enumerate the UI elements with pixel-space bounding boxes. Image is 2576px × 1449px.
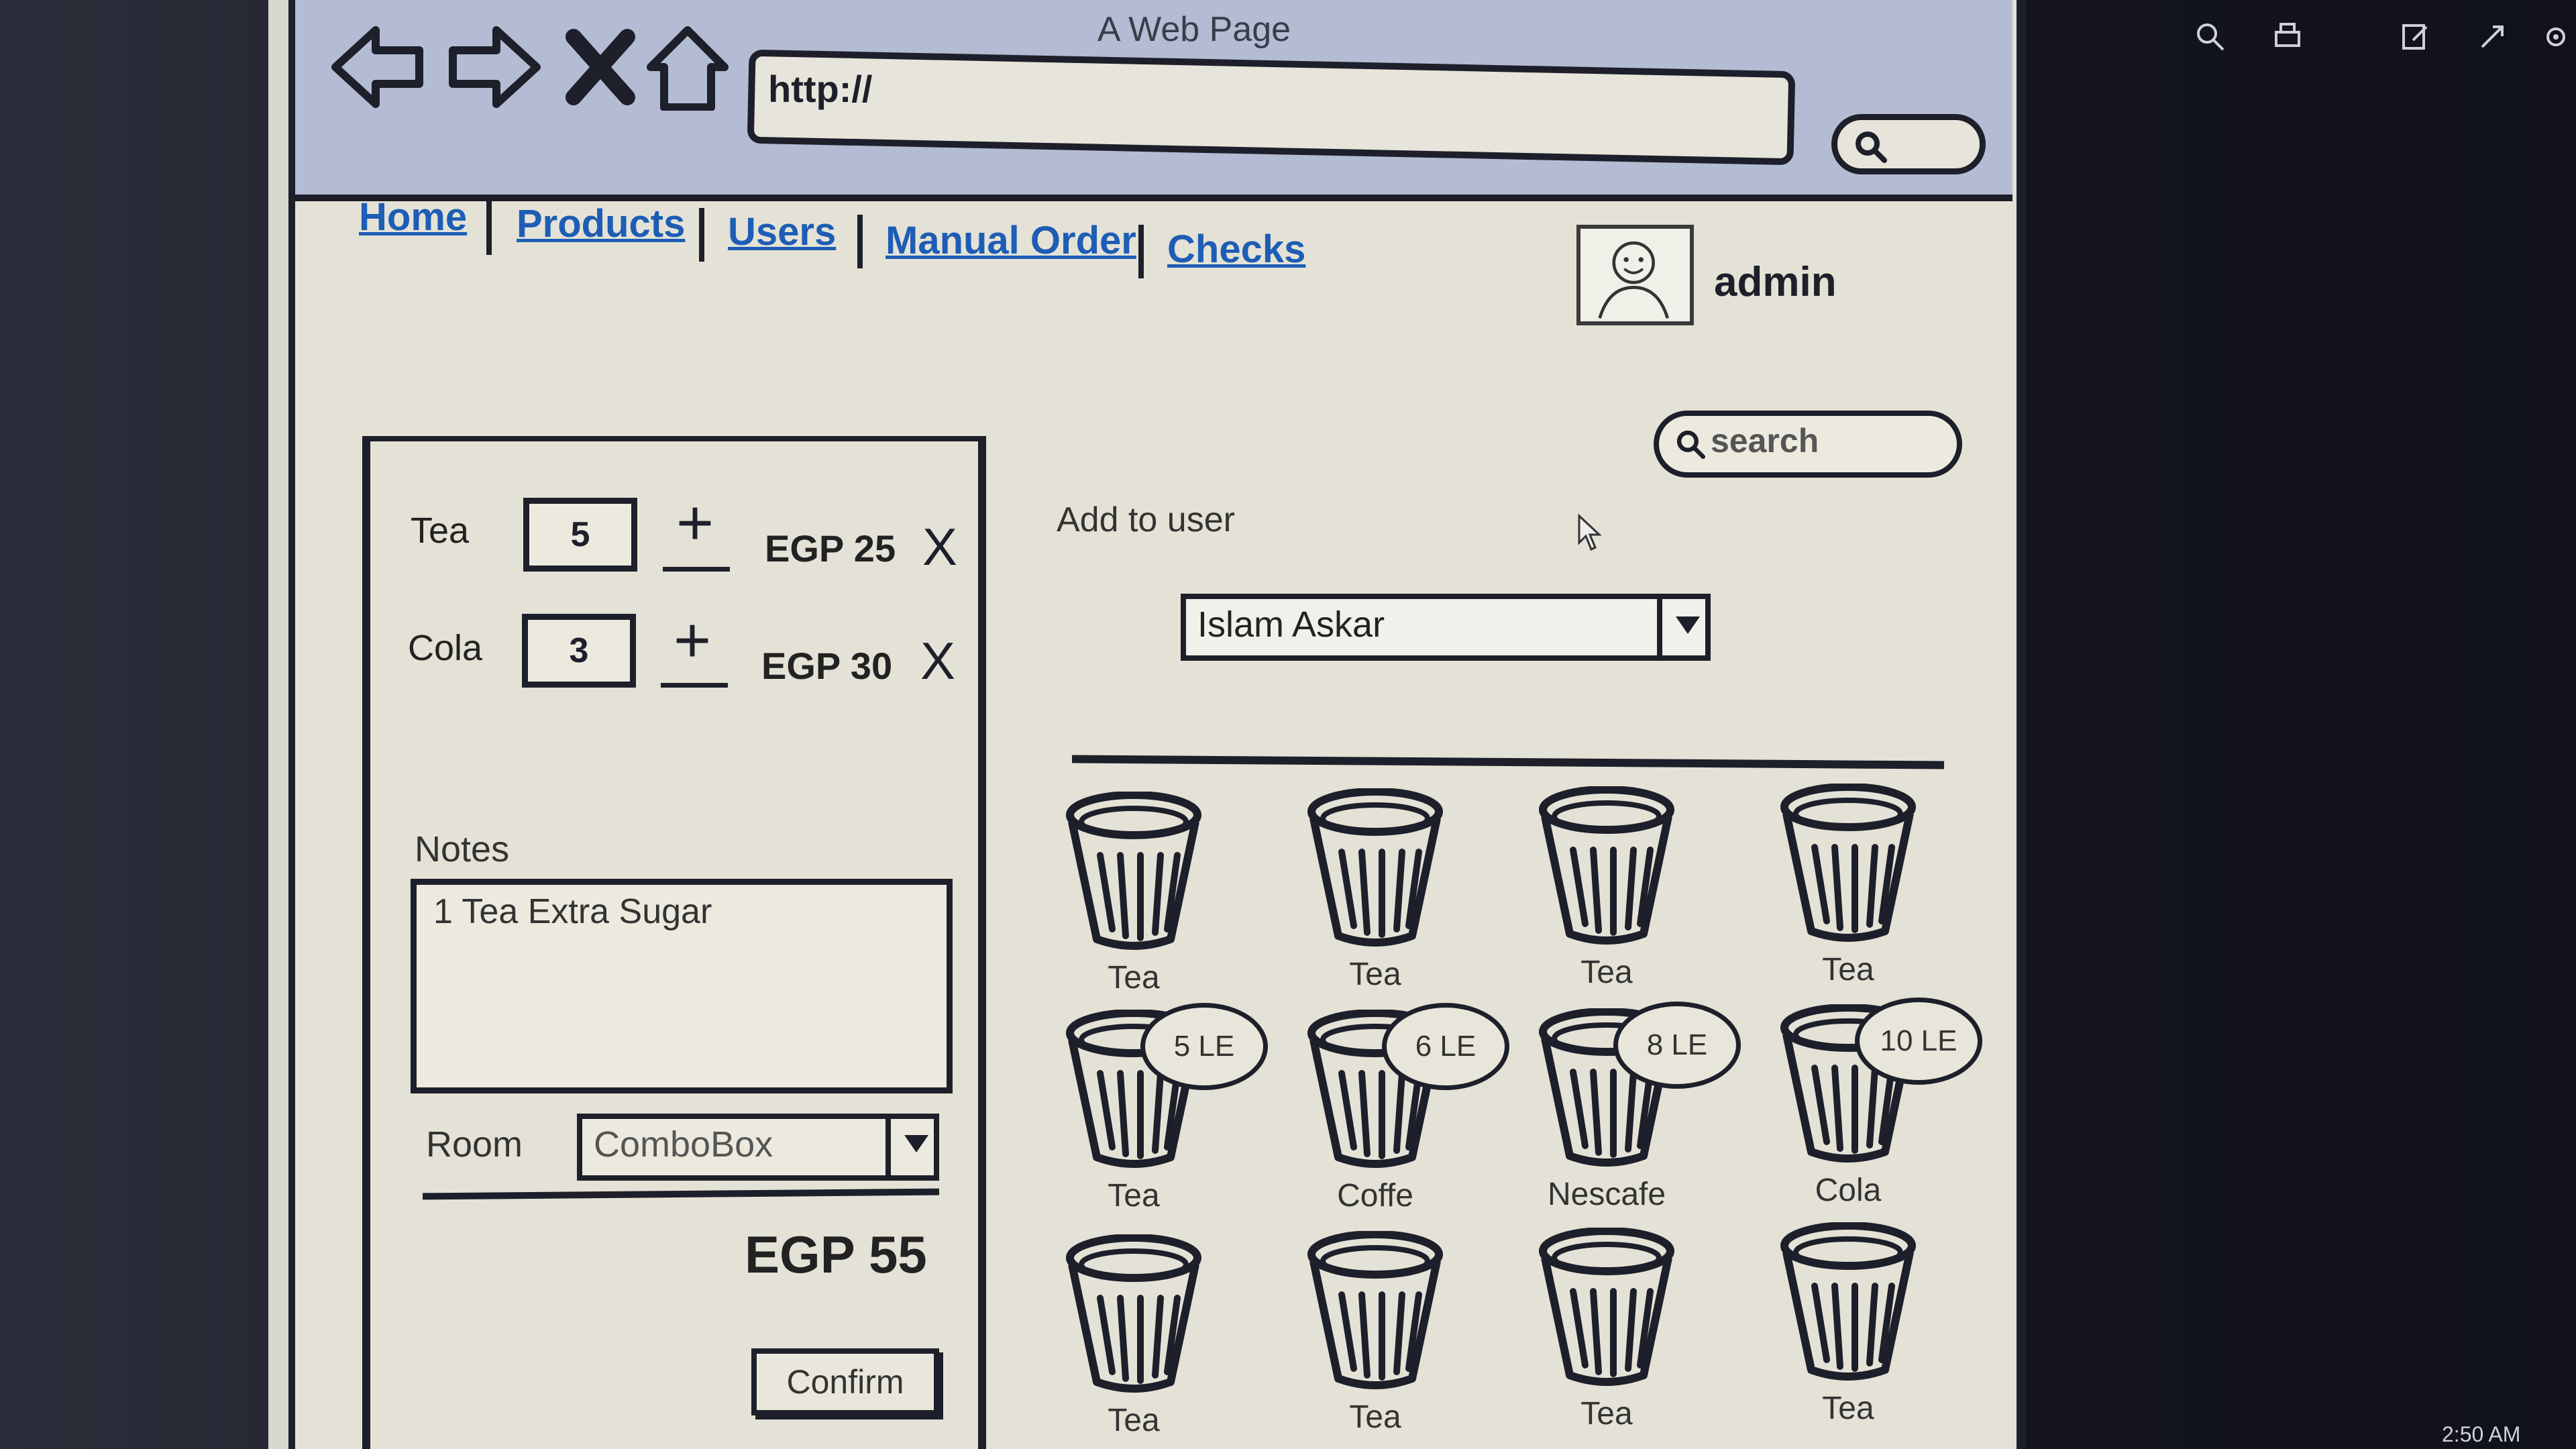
search-icon (1676, 430, 1706, 460)
price-badge: 10 LE (1855, 998, 1982, 1085)
nav-manual-order[interactable]: Manual Order (885, 218, 1136, 263)
cup-icon (1539, 1228, 1674, 1386)
zoom-icon[interactable] (2194, 20, 2227, 54)
product-item[interactable]: Tea (1526, 786, 1687, 991)
room-label: Room (426, 1124, 523, 1165)
nav-products[interactable]: Products (517, 201, 685, 246)
mouse-cursor-icon (1578, 513, 1602, 551)
search-placeholder[interactable]: search (1711, 421, 1819, 460)
product-item[interactable]: Tea (1768, 784, 1929, 988)
product-name: Tea (1580, 1396, 1633, 1432)
cup-icon (1066, 1234, 1201, 1393)
product-item[interactable]: Tea (1295, 1231, 1456, 1436)
product-name: Tea (1349, 1399, 1401, 1435)
nav-separator (1138, 225, 1144, 278)
order-item-price: EGP 25 (765, 527, 896, 570)
order-item-name: Cola (408, 628, 483, 668)
cup-icon (1539, 786, 1674, 945)
chevron-down-icon[interactable] (885, 1114, 939, 1181)
cup-icon (1307, 1231, 1443, 1389)
remove-item-button[interactable]: X (920, 631, 955, 692)
nav-separator (699, 208, 704, 262)
browser-search-button[interactable] (1831, 114, 1986, 174)
cup-icon (1066, 792, 1201, 950)
edit-icon[interactable] (2398, 20, 2432, 54)
nav-separator (486, 201, 492, 255)
nav-checks[interactable]: Checks (1167, 227, 1305, 272)
increment-button[interactable]: + (674, 608, 711, 673)
confirm-button[interactable]: Confirm (751, 1348, 939, 1415)
product-item[interactable]: Tea (1053, 792, 1214, 996)
product-name: Nescafe (1547, 1177, 1666, 1212)
product-name: Tea (1822, 952, 1874, 987)
nav-home[interactable]: Home (359, 195, 467, 239)
back-arrow-icon[interactable] (329, 23, 429, 111)
home-icon[interactable] (637, 23, 738, 111)
price-badge: 8 LE (1613, 1002, 1741, 1089)
product-name: Coffe (1337, 1178, 1413, 1214)
avatar[interactable] (1576, 225, 1694, 325)
decrement-button[interactable] (663, 567, 730, 572)
price-badge: 5 LE (1140, 1003, 1268, 1090)
product-item[interactable]: Tea (1053, 1234, 1214, 1439)
order-item-price: EGP 30 (761, 645, 893, 687)
quantity-field[interactable]: 3 (522, 614, 636, 688)
forward-arrow-icon[interactable] (443, 23, 543, 111)
order-total: EGP 55 (745, 1225, 927, 1284)
expand-icon[interactable] (2475, 20, 2509, 54)
product-item[interactable]: Tea (1768, 1222, 1929, 1427)
user-select-value[interactable]: Islam Askar (1197, 604, 1385, 645)
price-badge: 6 LE (1382, 1003, 1509, 1090)
quantity-field[interactable]: 5 (523, 498, 637, 572)
gear-icon[interactable] (2539, 20, 2573, 54)
product-name: Tea (1580, 955, 1633, 990)
product-item[interactable]: Tea (1526, 1228, 1687, 1432)
product-item[interactable]: Tea (1295, 788, 1456, 993)
product-name: Tea (1108, 1403, 1160, 1438)
decrement-button[interactable] (661, 683, 728, 688)
add-to-user-label: Add to user (1057, 500, 1235, 539)
search-icon (1856, 131, 1887, 163)
product-name: Cola (1815, 1173, 1882, 1208)
order-item-name: Tea (411, 511, 470, 551)
increment-button[interactable]: + (676, 491, 714, 555)
print-icon[interactable] (2271, 20, 2304, 54)
username: admin (1714, 259, 1837, 305)
url-text[interactable]: http:// (768, 67, 872, 111)
product-name: Tea (1108, 1178, 1160, 1214)
stop-icon[interactable] (564, 23, 637, 111)
user-icon (1598, 241, 1670, 319)
cup-icon (1780, 784, 1916, 942)
nav-separator (857, 215, 863, 268)
window-title: A Web Page (1097, 10, 1291, 49)
notes-textarea[interactable]: 1 Tea Extra Sugar (411, 879, 953, 1093)
room-select-value[interactable]: ComboBox (594, 1124, 773, 1165)
product-name: Tea (1822, 1391, 1874, 1426)
product-name: Tea (1349, 957, 1401, 992)
nav-users[interactable]: Users (728, 209, 836, 254)
cup-icon (1307, 788, 1443, 947)
system-clock: 2:50 AM (2442, 1422, 2521, 1446)
chevron-down-icon[interactable] (1657, 594, 1711, 661)
product-name: Tea (1108, 960, 1160, 996)
remove-item-button[interactable]: X (922, 517, 957, 578)
notes-label: Notes (415, 829, 510, 869)
cup-icon (1780, 1222, 1916, 1381)
